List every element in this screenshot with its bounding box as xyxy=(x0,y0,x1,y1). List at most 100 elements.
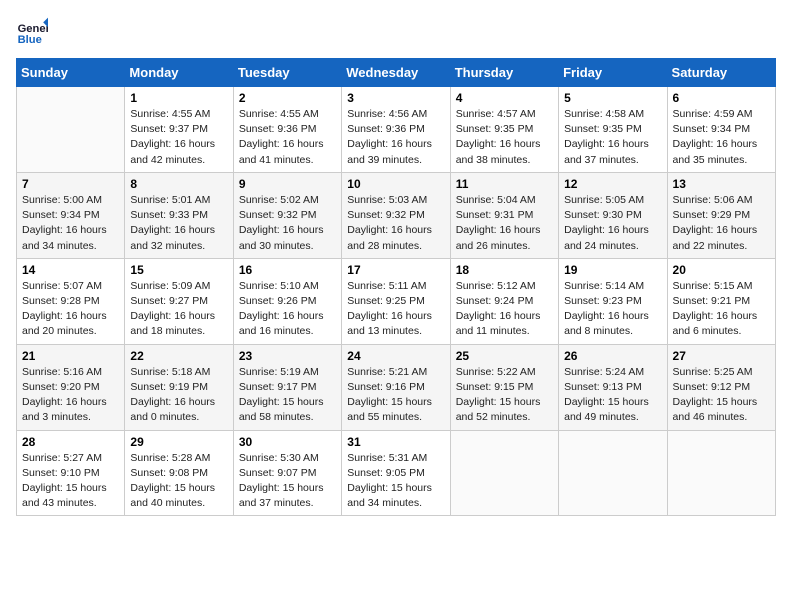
calendar-cell: 29Sunrise: 5:28 AM Sunset: 9:08 PM Dayli… xyxy=(125,430,233,516)
day-info: Sunrise: 5:18 AM Sunset: 9:19 PM Dayligh… xyxy=(130,365,227,426)
day-info: Sunrise: 5:15 AM Sunset: 9:21 PM Dayligh… xyxy=(673,279,770,340)
day-info: Sunrise: 5:09 AM Sunset: 9:27 PM Dayligh… xyxy=(130,279,227,340)
calendar-cell: 23 Sunrise: 5:19 AM Sunset: 9:17 PM Dayli… xyxy=(233,344,341,430)
day-number: 1 xyxy=(130,91,227,105)
calendar-cell: 7 Sunrise: 5:00 AM Sunset: 9:34 PM Daylig… xyxy=(17,172,125,258)
day-info: Sunrise: 5:22 AM Sunset: 9:15 PM Dayligh… xyxy=(456,365,553,426)
day-number: 22 xyxy=(130,349,227,363)
day-info: Sunrise: 5:31 AM Sunset: 9:05 PM Dayligh… xyxy=(347,451,444,512)
svg-text:Blue: Blue xyxy=(18,34,42,46)
calendar-week-row: 21 Sunrise: 5:16 AM Sunset: 9:20 PM Dayli… xyxy=(17,344,776,430)
day-number: 14 xyxy=(22,263,119,277)
day-info: Sunrise: 4:55 AM Sunset: 9:36 PM Dayligh… xyxy=(239,107,336,168)
calendar-cell: 25 Sunrise: 5:22 AM Sunset: 9:15 PM Dayli… xyxy=(450,344,558,430)
day-info: Sunrise: 5:04 AM Sunset: 9:31 PM Dayligh… xyxy=(456,193,553,254)
day-number: 25 xyxy=(456,349,553,363)
calendar-cell: 6 Sunrise: 4:59 AM Sunset: 9:34 PM Daylig… xyxy=(667,87,775,173)
day-info: Sunrise: 4:57 AM Sunset: 9:35 PM Dayligh… xyxy=(456,107,553,168)
weekday-header-monday: Monday xyxy=(125,59,233,87)
calendar-cell xyxy=(559,430,667,516)
weekday-header-row: SundayMondayTuesdayWednesdayThursdayFrid… xyxy=(17,59,776,87)
day-info: Sunrise: 4:56 AM Sunset: 9:36 PM Dayligh… xyxy=(347,107,444,168)
header: General Blue xyxy=(16,16,776,48)
weekday-header-tuesday: Tuesday xyxy=(233,59,341,87)
day-number: 5 xyxy=(564,91,661,105)
day-number: 19 xyxy=(564,263,661,277)
day-number: 30 xyxy=(239,435,336,449)
day-number: 17 xyxy=(347,263,444,277)
calendar-cell: 18 Sunrise: 5:12 AM Sunset: 9:24 PM Dayli… xyxy=(450,258,558,344)
calendar-cell: 5 Sunrise: 4:58 AM Sunset: 9:35 PM Daylig… xyxy=(559,87,667,173)
day-info: Sunrise: 5:11 AM Sunset: 9:25 PM Dayligh… xyxy=(347,279,444,340)
day-number: 7 xyxy=(22,177,119,191)
calendar-cell: 11 Sunrise: 5:04 AM Sunset: 9:31 PM Dayli… xyxy=(450,172,558,258)
day-number: 2 xyxy=(239,91,336,105)
calendar-cell: 9 Sunrise: 5:02 AM Sunset: 9:32 PM Daylig… xyxy=(233,172,341,258)
calendar-cell: 22 Sunrise: 5:18 AM Sunset: 9:19 PM Dayli… xyxy=(125,344,233,430)
day-number: 26 xyxy=(564,349,661,363)
day-info: Sunrise: 5:16 AM Sunset: 9:20 PM Dayligh… xyxy=(22,365,119,426)
day-info: Sunrise: 5:10 AM Sunset: 9:26 PM Dayligh… xyxy=(239,279,336,340)
svg-text:General: General xyxy=(18,23,48,35)
day-number: 3 xyxy=(347,91,444,105)
day-number: 10 xyxy=(347,177,444,191)
day-info: Sunrise: 5:12 AM Sunset: 9:24 PM Dayligh… xyxy=(456,279,553,340)
day-number: 20 xyxy=(673,263,770,277)
day-number: 21 xyxy=(22,349,119,363)
calendar-week-row: 7 Sunrise: 5:00 AM Sunset: 9:34 PM Daylig… xyxy=(17,172,776,258)
day-number: 15 xyxy=(130,263,227,277)
day-info: Sunrise: 5:19 AM Sunset: 9:17 PM Dayligh… xyxy=(239,365,336,426)
calendar-cell xyxy=(17,87,125,173)
calendar-cell: 19 Sunrise: 5:14 AM Sunset: 9:23 PM Dayli… xyxy=(559,258,667,344)
day-info: Sunrise: 4:58 AM Sunset: 9:35 PM Dayligh… xyxy=(564,107,661,168)
day-number: 4 xyxy=(456,91,553,105)
day-number: 23 xyxy=(239,349,336,363)
calendar-cell: 12Sunrise: 5:05 AM Sunset: 9:30 PM Dayli… xyxy=(559,172,667,258)
day-info: Sunrise: 5:03 AM Sunset: 9:32 PM Dayligh… xyxy=(347,193,444,254)
calendar-cell: 10 Sunrise: 5:03 AM Sunset: 9:32 PM Dayli… xyxy=(342,172,450,258)
calendar-cell: 28Sunrise: 5:27 AM Sunset: 9:10 PM Dayli… xyxy=(17,430,125,516)
day-info: Sunrise: 5:07 AM Sunset: 9:28 PM Dayligh… xyxy=(22,279,119,340)
calendar-cell: 1 Sunrise: 4:55 AM Sunset: 9:37 PM Daylig… xyxy=(125,87,233,173)
day-info: Sunrise: 5:24 AM Sunset: 9:13 PM Dayligh… xyxy=(564,365,661,426)
day-number: 11 xyxy=(456,177,553,191)
day-number: 31 xyxy=(347,435,444,449)
calendar-cell: 17 Sunrise: 5:11 AM Sunset: 9:25 PM Dayli… xyxy=(342,258,450,344)
calendar-cell: 8 Sunrise: 5:01 AM Sunset: 9:33 PM Daylig… xyxy=(125,172,233,258)
calendar-week-row: 28Sunrise: 5:27 AM Sunset: 9:10 PM Dayli… xyxy=(17,430,776,516)
day-number: 24 xyxy=(347,349,444,363)
calendar-cell: 27 Sunrise: 5:25 AM Sunset: 9:12 PM Dayli… xyxy=(667,344,775,430)
calendar-cell: 16Sunrise: 5:10 AM Sunset: 9:26 PM Dayli… xyxy=(233,258,341,344)
calendar-cell xyxy=(450,430,558,516)
day-info: Sunrise: 5:30 AM Sunset: 9:07 PM Dayligh… xyxy=(239,451,336,512)
day-info: Sunrise: 4:59 AM Sunset: 9:34 PM Dayligh… xyxy=(673,107,770,168)
day-number: 13 xyxy=(673,177,770,191)
day-number: 8 xyxy=(130,177,227,191)
calendar-cell: 4 Sunrise: 4:57 AM Sunset: 9:35 PM Daylig… xyxy=(450,87,558,173)
calendar-cell xyxy=(667,430,775,516)
day-number: 27 xyxy=(673,349,770,363)
day-number: 18 xyxy=(456,263,553,277)
day-number: 9 xyxy=(239,177,336,191)
logo: General Blue xyxy=(16,16,48,48)
logo-icon: General Blue xyxy=(16,16,48,48)
day-number: 28 xyxy=(22,435,119,449)
day-info: Sunrise: 5:28 AM Sunset: 9:08 PM Dayligh… xyxy=(130,451,227,512)
calendar-cell: 3 Sunrise: 4:56 AM Sunset: 9:36 PM Daylig… xyxy=(342,87,450,173)
day-info: Sunrise: 5:25 AM Sunset: 9:12 PM Dayligh… xyxy=(673,365,770,426)
day-number: 6 xyxy=(673,91,770,105)
calendar-cell: 26 Sunrise: 5:24 AM Sunset: 9:13 PM Dayli… xyxy=(559,344,667,430)
calendar-cell: 24Sunrise: 5:21 AM Sunset: 9:16 PM Dayli… xyxy=(342,344,450,430)
day-info: Sunrise: 4:55 AM Sunset: 9:37 PM Dayligh… xyxy=(130,107,227,168)
weekday-header-friday: Friday xyxy=(559,59,667,87)
weekday-header-saturday: Saturday xyxy=(667,59,775,87)
calendar-cell: 31 Sunrise: 5:31 AM Sunset: 9:05 PM Dayli… xyxy=(342,430,450,516)
day-info: Sunrise: 5:00 AM Sunset: 9:34 PM Dayligh… xyxy=(22,193,119,254)
day-info: Sunrise: 5:14 AM Sunset: 9:23 PM Dayligh… xyxy=(564,279,661,340)
day-info: Sunrise: 5:06 AM Sunset: 9:29 PM Dayligh… xyxy=(673,193,770,254)
calendar-cell: 20 Sunrise: 5:15 AM Sunset: 9:21 PM Dayli… xyxy=(667,258,775,344)
day-info: Sunrise: 5:05 AM Sunset: 9:30 PM Dayligh… xyxy=(564,193,661,254)
day-info: Sunrise: 5:02 AM Sunset: 9:32 PM Dayligh… xyxy=(239,193,336,254)
day-info: Sunrise: 5:01 AM Sunset: 9:33 PM Dayligh… xyxy=(130,193,227,254)
weekday-header-sunday: Sunday xyxy=(17,59,125,87)
